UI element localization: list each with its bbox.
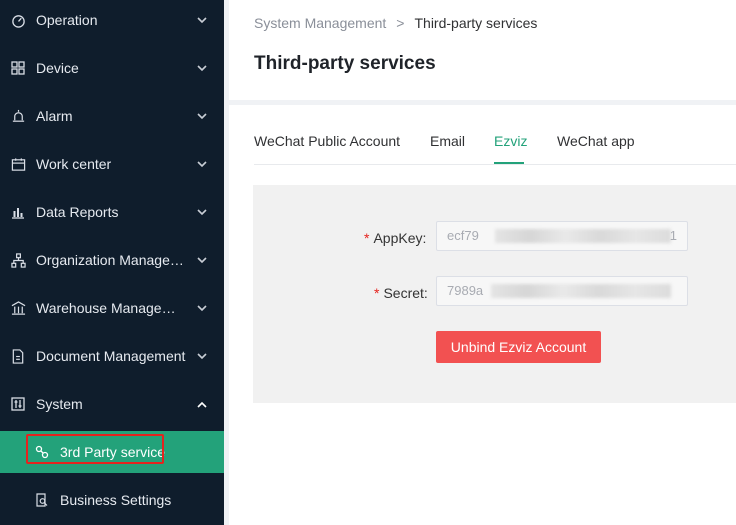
chevron-down-icon [196,110,208,122]
link-icon [34,444,50,460]
chevron-down-icon [196,14,208,26]
appkey-field[interactable]: ecf79 1 [436,221,688,251]
sidebar-item-operation[interactable]: Operation [0,0,224,44]
sidebar-item-label: Device [36,60,79,76]
tab-wechat-app[interactable]: WeChat app [557,133,635,149]
tab-ezviz[interactable]: Ezviz [494,133,527,149]
sidebar-item-alarm[interactable]: Alarm [0,92,224,140]
dashboard-icon [10,12,26,28]
page-header: System Management > Third-party services… [229,0,736,100]
breadcrumb-current: Third-party services [414,15,538,31]
warehouse-icon [10,300,26,316]
sidebar-subitem-3rd-party-service[interactable]: 3rd Party service [0,431,224,473]
redaction-blur [491,284,671,298]
chevron-down-icon [196,302,208,314]
sidebar-item-label: Document Management [36,348,186,364]
required-mark: * [364,230,370,246]
required-mark: * [374,285,380,301]
chevron-down-icon [196,206,208,218]
sidebar-item-device[interactable]: Device [0,44,224,92]
breadcrumb: System Management > Third-party services [254,15,537,31]
appkey-label: * AppKey: [364,230,426,246]
calendar-icon [10,156,26,172]
unbind-ezviz-account-button[interactable]: Unbind Ezviz Account [436,331,601,363]
redaction-blur [495,229,671,243]
sidebar-item-system[interactable]: System [0,380,224,428]
sidebar-item-label: Data Reports [36,204,119,220]
chevron-up-icon [196,398,208,410]
appkey-value-suffix: 1 [669,228,677,243]
tab-bar: WeChat Public Account Email Ezviz WeChat… [254,129,736,165]
appkey-label-text: AppKey: [373,230,427,246]
secret-field[interactable]: 7989a [436,276,688,306]
active-tab-indicator [494,162,524,164]
sidebar-item-document-management[interactable]: Document Management [0,332,224,380]
sidebar: Operation Device Alarm Work center Data … [0,0,224,525]
sidebar-item-label: System [36,396,83,412]
secret-label: * Secret: [374,285,428,301]
content-card: WeChat Public Account Email Ezviz WeChat… [229,105,736,525]
appkey-value-prefix: ecf79 [447,228,479,243]
sidebar-subitem-label: 3rd Party service [60,444,166,460]
chevron-down-icon [196,158,208,170]
chevron-down-icon [196,254,208,266]
breadcrumb-parent[interactable]: System Management [254,15,386,31]
sidebar-item-label: Work center [36,156,112,172]
system-settings-icon [10,396,26,412]
ezviz-form: * AppKey: ecf79 1 * Secret: 7989a Unbind E… [253,185,736,403]
sidebar-subitem-label: Business Settings [60,492,172,508]
chevron-down-icon [196,350,208,362]
sidebar-item-work-center[interactable]: Work center [0,140,224,188]
alarm-icon [10,108,26,124]
sidebar-item-label: Organization Management [36,252,186,268]
sidebar-item-data-reports[interactable]: Data Reports [0,188,224,236]
tab-email[interactable]: Email [430,133,465,149]
sidebar-item-label: Alarm [36,108,73,124]
bar-chart-icon [10,204,26,220]
secret-value-prefix: 7989a [447,283,484,298]
page-title: Third-party services [254,53,436,74]
chevron-down-icon [196,62,208,74]
sidebar-subitem-business-settings[interactable]: Business Settings [0,479,224,521]
tab-wechat-public-account[interactable]: WeChat Public Account [254,133,400,149]
org-tree-icon [10,252,26,268]
secret-label-text: Secret: [383,285,428,301]
main-content: System Management > Third-party services… [229,0,736,525]
sidebar-item-label: Warehouse Management [36,300,186,316]
sidebar-item-warehouse-management[interactable]: Warehouse Management [0,284,224,332]
document-icon [10,348,26,364]
sidebar-item-label: Operation [36,12,98,28]
sidebar-item-organization-management[interactable]: Organization Management [0,236,224,284]
grid-icon [10,60,26,76]
search-settings-icon [34,492,50,508]
breadcrumb-separator: > [396,15,405,31]
